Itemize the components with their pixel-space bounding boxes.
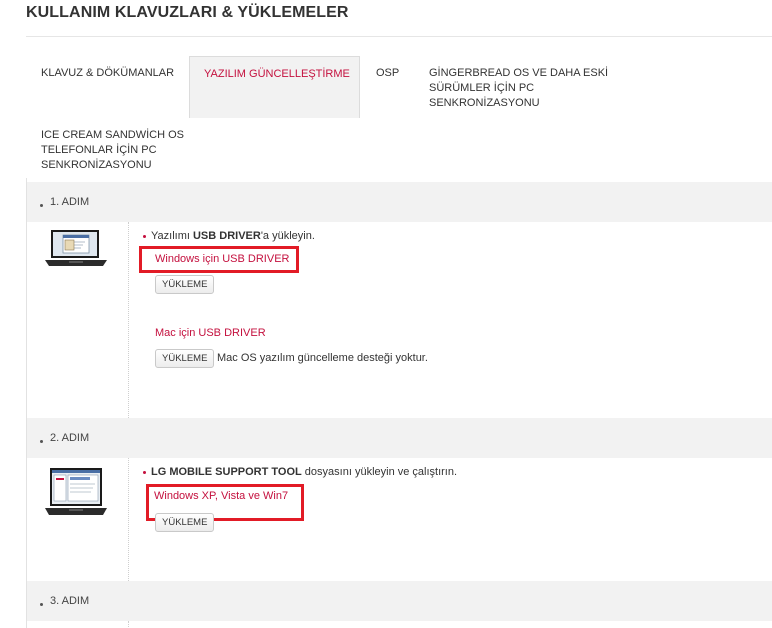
red-bullet-icon [143,234,146,238]
laptop-support-tool-icon [45,468,107,515]
mac-support-note: Mac OS yazılım güncelleme desteği yoktur… [217,352,428,364]
tab-software-update[interactable]: YAZILIM GÜNCELLEŞTİRME [189,56,360,118]
instruction-text: Yazılımı [151,230,193,242]
title-divider [26,36,772,37]
instruction-bold-text: LG MOBILE SUPPORT TOOL [151,466,302,478]
windows-usb-driver-link[interactable]: Windows için USB DRIVER [155,253,289,265]
windows-support-tool-link[interactable]: Windows XP, Vista ve Win7 [154,490,288,502]
bullet-icon [40,603,43,606]
tab-label: ICE CREAM SANDWİCH OS [41,129,185,141]
tab-label: OSP [376,67,400,79]
support-tool-download-button[interactable]: YÜKLEME [155,513,215,532]
step-2-instruction: LG MOBILE SUPPORT TOOL dosyasını yükleyi… [143,466,457,478]
step-3-thumbnail-column [27,621,129,628]
mac-usb-driver-link[interactable]: Mac için USB DRIVER [155,327,266,339]
step-1-thumbnail-column [27,222,129,418]
tab-label: YAZILIM GÜNCELLEŞTİRME [204,68,350,80]
step-3-label: 3. ADIM [50,595,90,607]
bullet-icon [40,204,43,207]
tab-ice-cream-sandwich-pc-sync[interactable]: ICE CREAM SANDWİCH OS TELEFONLAR İÇİN PC… [41,128,184,173]
step-3-header: 3. ADIM [27,581,772,621]
step-2-header: 2. ADIM [27,418,772,458]
step-2-thumbnail-column [27,458,129,581]
step-1-body: Yazılımı USB DRIVER'a yükleyin. Windows … [27,222,772,418]
tab-label: SENKRONİZASYONU [429,97,540,109]
windows-usb-driver-download-button[interactable]: YÜKLEME [155,275,215,294]
step-1-header: 1. ADIM [27,182,772,222]
tab-label: KLAVUZ & DÖKÜMANLAR [41,67,175,79]
tab-label: SENKRONİZASYONU [41,159,152,171]
tab-label: GİNGERBREAD OS VE DAHA ESKİ [429,67,609,79]
instruction-bold-text: USB DRIVER [192,230,261,242]
red-bullet-icon [143,470,146,474]
laptop-usb-driver-icon [45,230,107,266]
software-update-panel: 1. ADIM Yazılımı USB DRIVER'a yükleyin. … [26,178,772,628]
page-title: KULLANIM KLAVUZLARI & YÜKLEMELER [26,4,349,21]
tab-label: SÜRÜMLER İÇİN PC [429,82,535,94]
instruction-text: 'a yükleyin. [260,230,315,242]
step-3-body [27,621,772,628]
bullet-icon [40,440,43,443]
step-1-instruction: Yazılımı USB DRIVER'a yükleyin. [143,230,315,242]
step-1-label: 1. ADIM [50,196,90,208]
tab-osp[interactable]: OSP [376,66,399,81]
tab-gingerbread-pc-sync[interactable]: GİNGERBREAD OS VE DAHA ESKİ SÜRÜMLER İÇİ… [429,66,608,111]
tab-manuals-documents[interactable]: KLAVUZ & DÖKÜMANLAR [41,66,174,81]
instruction-text: dosyasını yükleyin ve çalıştırın. [301,466,458,478]
tab-bar: KLAVUZ & DÖKÜMANLAR YAZILIM GÜNCELLEŞTİR… [26,56,772,178]
step-2-body: LG MOBILE SUPPORT TOOL dosyasını yükleyi… [27,458,772,581]
tab-label: TELEFONLAR İÇİN PC [41,144,157,156]
mac-usb-driver-download-button[interactable]: YÜKLEME [155,349,215,368]
step-2-label: 2. ADIM [50,432,90,444]
